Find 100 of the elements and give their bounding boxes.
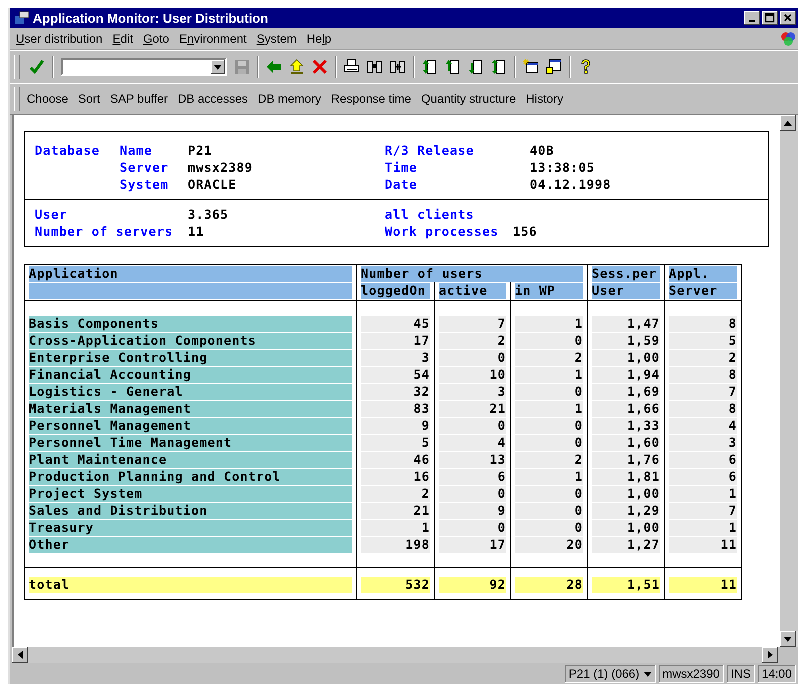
toolbar-button[interactable]: Quantity structure bbox=[416, 92, 522, 106]
input-mode-field: INS bbox=[726, 664, 755, 682]
binoculars-icon[interactable] bbox=[367, 59, 383, 75]
table-cell: 0 bbox=[439, 350, 506, 366]
table-cell: Personnel Time Management bbox=[29, 435, 352, 451]
back-arrow-icon[interactable] bbox=[266, 59, 282, 75]
menu-item[interactable]: System bbox=[256, 32, 297, 46]
field-label: Database bbox=[35, 143, 100, 158]
table-cell: Other bbox=[29, 537, 352, 553]
toolbar-button[interactable]: DB accesses bbox=[173, 92, 254, 106]
server-field: mwsx2390 bbox=[658, 664, 724, 682]
previous-page-icon[interactable] bbox=[445, 59, 461, 75]
table-cell: 0 bbox=[439, 520, 506, 536]
scroll-right-icon bbox=[768, 651, 772, 659]
toolbar-button[interactable]: Response time bbox=[326, 92, 416, 106]
table-cell: Production Planning and Control bbox=[29, 469, 352, 485]
binoculars-plus-icon[interactable] bbox=[390, 59, 406, 75]
table-cell: 46 bbox=[361, 452, 430, 468]
close-icon bbox=[783, 13, 793, 23]
column-header: in WP bbox=[515, 283, 583, 299]
scroll-left-icon bbox=[18, 651, 22, 659]
first-page-icon[interactable] bbox=[422, 59, 438, 75]
table-cell: 0 bbox=[515, 486, 583, 502]
table-cell: 8 bbox=[669, 316, 737, 332]
vertical-scrollbar[interactable] bbox=[780, 115, 798, 647]
table-cell: Personnel Management bbox=[29, 418, 352, 434]
table-cell: 1,00 bbox=[592, 350, 660, 366]
table-cell: 1 bbox=[669, 520, 737, 536]
toolbar-button[interactable]: Sort bbox=[73, 92, 106, 106]
table-cell: 0 bbox=[515, 384, 583, 400]
next-page-icon[interactable] bbox=[468, 59, 484, 75]
table-cell: 1,47 bbox=[592, 316, 660, 332]
print-icon[interactable] bbox=[344, 59, 360, 75]
table-cell: 11 bbox=[669, 537, 737, 553]
field-value: 156 bbox=[513, 224, 538, 239]
table-cell: 1,59 bbox=[592, 333, 660, 349]
field-value: 11 bbox=[188, 224, 206, 239]
table-cell: 1 bbox=[515, 316, 583, 332]
table-cell: 6 bbox=[439, 469, 506, 485]
table-cell: Basis Components bbox=[29, 316, 352, 332]
table-cell: 32 bbox=[361, 384, 430, 400]
table-cell: Plant Maintenance bbox=[29, 452, 352, 468]
field-label: Server bbox=[120, 160, 170, 175]
table-cell: 2 bbox=[439, 333, 506, 349]
table-cell: 1,81 bbox=[592, 469, 660, 485]
caret-icon bbox=[214, 64, 222, 70]
last-page-icon[interactable] bbox=[491, 59, 507, 75]
table-cell: 0 bbox=[515, 333, 583, 349]
table-cell: Cross-Application Components bbox=[29, 333, 352, 349]
field-value: P21 bbox=[188, 143, 212, 158]
field-label: Number of servers bbox=[35, 224, 174, 239]
colored-circles-icon bbox=[780, 30, 796, 46]
checkmark-icon[interactable] bbox=[29, 59, 45, 75]
time-field: 14:00 bbox=[758, 664, 796, 682]
horizontal-scrollbar[interactable] bbox=[12, 647, 778, 663]
table-cell: 0 bbox=[515, 520, 583, 536]
menu-item[interactable]: Edit bbox=[112, 32, 134, 46]
table-cell: Materials Management bbox=[29, 401, 352, 417]
table-cell: 1 bbox=[361, 520, 430, 536]
column-header: Application bbox=[29, 266, 352, 282]
menu-item[interactable]: Environment bbox=[179, 32, 247, 46]
session-field[interactable]: P21 (1) (066) bbox=[564, 664, 656, 682]
menu-item[interactable]: Goto bbox=[143, 32, 170, 46]
total-label: total bbox=[29, 577, 352, 593]
table-cell: 5 bbox=[669, 333, 737, 349]
caret-icon bbox=[644, 672, 652, 677]
table-cell: 1,76 bbox=[592, 452, 660, 468]
up-arrow-icon[interactable] bbox=[289, 59, 305, 75]
maximize-button[interactable] bbox=[762, 11, 778, 25]
column-header: active bbox=[439, 283, 506, 299]
field-value: 3.365 bbox=[188, 207, 230, 222]
minimize-button[interactable] bbox=[744, 11, 760, 25]
table-cell: 21 bbox=[361, 503, 430, 519]
column-header: Sess.per bbox=[592, 266, 660, 282]
command-field[interactable] bbox=[61, 58, 227, 76]
menu-item[interactable]: Help bbox=[306, 32, 332, 46]
minimize-icon bbox=[749, 20, 755, 22]
toolbar-button[interactable]: SAP buffer bbox=[105, 92, 173, 106]
new-window-icon[interactable] bbox=[523, 59, 539, 75]
table-cell: 1,00 bbox=[592, 520, 660, 536]
field-value: 40B bbox=[530, 143, 554, 158]
field-value: 13:38:05 bbox=[530, 160, 596, 175]
cancel-icon[interactable] bbox=[312, 59, 328, 75]
total-cell: 92 bbox=[439, 577, 506, 593]
table-cell: 5 bbox=[361, 435, 430, 451]
total-cell: 11 bbox=[669, 577, 737, 593]
table-cell: 0 bbox=[515, 418, 583, 434]
toolbar-button[interactable]: Choose bbox=[22, 92, 74, 106]
table-cell: 6 bbox=[669, 469, 737, 485]
toolbar-button[interactable]: History bbox=[521, 92, 568, 106]
table-cell: 1,00 bbox=[592, 486, 660, 502]
scroll-down-icon bbox=[784, 636, 792, 642]
shortcut-window-icon[interactable] bbox=[546, 59, 562, 75]
toolbar-button[interactable]: DB memory bbox=[253, 92, 326, 106]
scroll-up-icon bbox=[784, 120, 792, 126]
table-cell: 10 bbox=[439, 367, 506, 383]
menu-item[interactable]: User distribution bbox=[16, 32, 103, 46]
table-cell: 7 bbox=[439, 316, 506, 332]
table-cell: 2 bbox=[515, 452, 583, 468]
close-button[interactable] bbox=[780, 11, 796, 25]
